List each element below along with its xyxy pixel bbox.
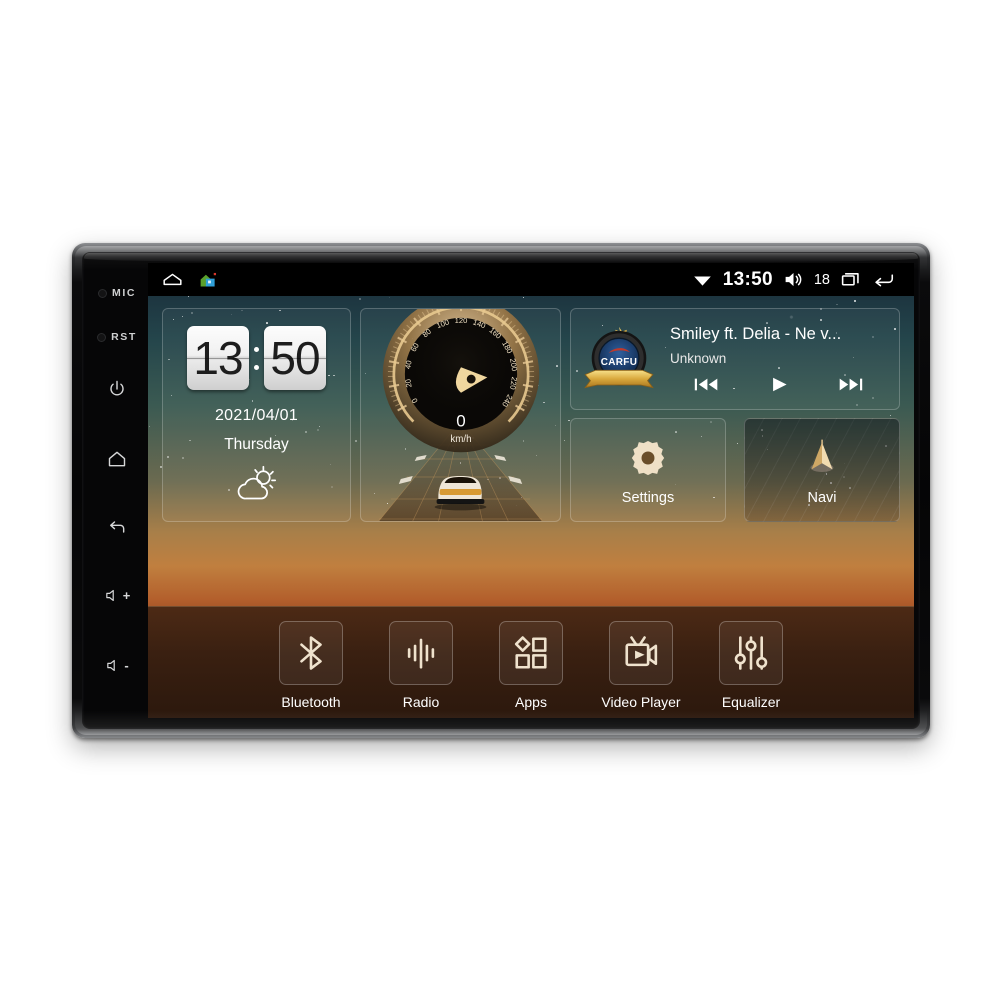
- status-time: 13:50: [722, 268, 773, 290]
- badge-text: CARFU: [601, 357, 638, 368]
- clock-weather-widget[interactable]: 13 50 2021/04/01 Thursday: [162, 308, 351, 522]
- hardware-button-rail: MIC RST + -: [86, 261, 148, 721]
- dock-item-video-player[interactable]: Video Player: [601, 621, 681, 710]
- clock-date: 2021/04/01: [214, 407, 299, 424]
- radio-waves-icon: [407, 638, 435, 669]
- house-app-icon[interactable]: [198, 269, 219, 290]
- music-player-widget[interactable]: CARFU Smiley ft. Delia - Ne v... Unknown: [570, 308, 900, 410]
- mic-button[interactable]: MIC: [86, 287, 148, 299]
- settings-label: Settings: [621, 489, 675, 506]
- reset-button[interactable]: RST: [86, 331, 148, 343]
- dock-label-video-player: Video Player: [601, 694, 681, 710]
- track-title: Smiley ft. Delia - Ne v...: [670, 324, 842, 343]
- home-icon: [108, 451, 126, 467]
- partly-cloudy-icon: [237, 465, 276, 500]
- volume-icon[interactable]: [783, 269, 804, 290]
- clock-colon: [252, 346, 261, 370]
- mic-label: MIC: [111, 287, 137, 299]
- album-art-badge: CARFU: [580, 320, 658, 398]
- volume-down-icon: [107, 659, 116, 672]
- speedometer-gauge: 020406080100 120 140160180200220240 0 km/h: [382, 309, 539, 453]
- back-hw-button[interactable]: [86, 517, 148, 537]
- flip-clock: 13 50: [163, 326, 350, 390]
- play-button[interactable]: [742, 375, 814, 394]
- clock-minutes: 50: [264, 326, 326, 390]
- car-head-unit-device: MIC RST + - 13:50 18 13 50 2021/04/01 Th…: [72, 243, 930, 738]
- dock-label-apps: Apps: [515, 694, 547, 710]
- clock-minutes-value: 50: [270, 332, 320, 384]
- navi-label: Navi: [807, 489, 837, 506]
- reset-hole-icon: [97, 332, 107, 342]
- touchscreen[interactable]: 13:50 18 13 50 2021/04/01 Thursday 0 20 …: [148, 263, 914, 718]
- volume-up-button[interactable]: +: [86, 587, 148, 604]
- home-hw-button[interactable]: [86, 449, 148, 469]
- power-icon: [110, 380, 124, 396]
- play-icon: [773, 377, 787, 391]
- dock-item-apps[interactable]: Apps: [491, 621, 571, 710]
- mic-hole-icon: [97, 288, 107, 298]
- dock-item-equalizer[interactable]: Equalizer: [711, 621, 791, 710]
- home-outline-icon[interactable]: [162, 269, 183, 290]
- track-artist: Unknown: [670, 350, 727, 366]
- reset-label: RST: [111, 331, 137, 343]
- apps-grid-icon: [514, 636, 547, 669]
- previous-track-button[interactable]: [670, 375, 742, 394]
- power-button[interactable]: [86, 379, 148, 399]
- navigation-arrow-icon: [810, 439, 834, 472]
- video-camera-icon: [625, 636, 658, 667]
- playback-controls: [670, 375, 899, 394]
- svg-text:120: 120: [454, 316, 467, 325]
- svg-text:40: 40: [403, 360, 413, 370]
- weather-widget-icon: [163, 464, 350, 504]
- dock-item-bluetooth[interactable]: Bluetooth: [271, 621, 351, 710]
- dock-label-equalizer: Equalizer: [721, 694, 781, 710]
- dock-label-radio: Radio: [402, 694, 440, 710]
- android-status-bar: 13:50 18: [148, 263, 914, 296]
- app-dock: Bluetooth Radio Apps Video Player Equali…: [148, 598, 914, 710]
- clock-hours: 13: [187, 326, 249, 390]
- navi-tile[interactable]: Navi: [744, 418, 900, 522]
- volume-down-button[interactable]: -: [86, 657, 148, 674]
- wifi-icon: [693, 276, 711, 286]
- svg-text:20: 20: [403, 378, 413, 388]
- volume-down-sign: -: [124, 658, 129, 673]
- volume-up-sign: +: [122, 588, 131, 603]
- previous-icon: [694, 378, 717, 390]
- clock-hours-value: 13: [193, 332, 243, 384]
- equalizer-sliders-icon: [734, 636, 768, 670]
- speed-value: 0: [456, 412, 465, 431]
- next-icon: [840, 378, 863, 390]
- next-track-button[interactable]: [815, 375, 887, 394]
- clock-weekday: Thursday: [224, 436, 289, 453]
- speed-unit: km/h: [450, 434, 471, 445]
- dock-item-radio[interactable]: Radio: [381, 621, 461, 710]
- dock-label-bluetooth: Bluetooth: [281, 694, 341, 710]
- back-icon: [110, 521, 125, 533]
- speedometer-widget[interactable]: 0 20 40 60 80 100 120 140 160 180 200 220 240 0 km/h: [360, 308, 561, 522]
- bluetooth-icon: [300, 636, 322, 670]
- settings-tile[interactable]: Settings: [570, 418, 726, 522]
- recents-icon[interactable]: [840, 269, 861, 290]
- volume-level: 18: [813, 271, 830, 288]
- back-arrow-icon[interactable]: [871, 269, 896, 290]
- volume-up-icon: [105, 589, 114, 602]
- gear-icon: [631, 440, 665, 475]
